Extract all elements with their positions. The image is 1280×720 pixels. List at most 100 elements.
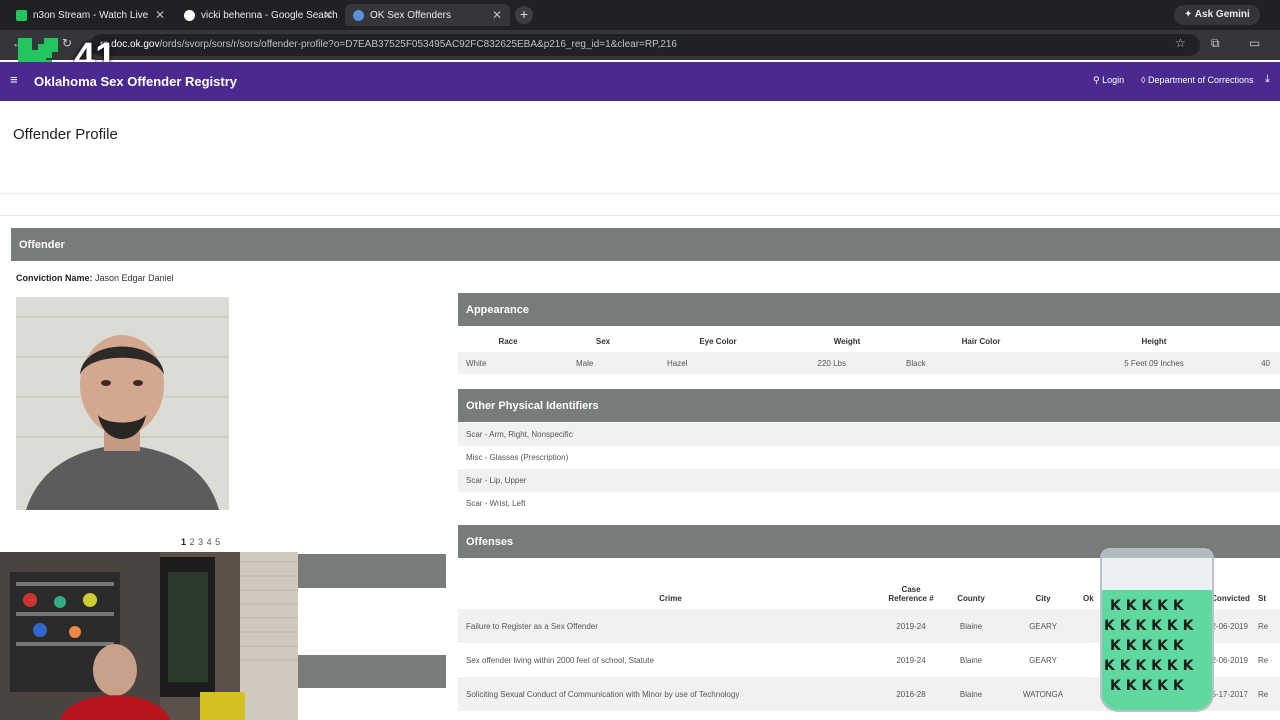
offender-photo [16, 297, 229, 510]
download-icon[interactable]: ⤓ [1265, 73, 1270, 86]
site-header: ≡ Oklahoma Sex Offender Registry ⚲ Login… [0, 62, 1280, 101]
close-tab-icon[interactable]: ✕ [155, 8, 165, 22]
table-header-row: Race Sex Eye Color Weight Hair Color Hei… [458, 330, 1280, 352]
conviction-label: Conviction Name: [16, 273, 93, 283]
tab-ok-sex-offenders[interactable]: OK Sex Offenders ✕ [345, 4, 510, 26]
tab-title: vicki behenna - Google Search [201, 9, 338, 21]
table-cell: 220 Lbs [788, 352, 906, 374]
column-header: City [1035, 594, 1051, 603]
table-cell: Re [1258, 655, 1269, 665]
table-cell: 2016-28 [883, 677, 939, 711]
page-link[interactable]: 3 [198, 537, 203, 547]
search-icon: ⚲ [1093, 75, 1100, 85]
google-favicon-icon [184, 9, 195, 21]
column-header: Hair Color [961, 336, 1001, 346]
list-item: Misc - Glasses (Prescription) [466, 453, 569, 462]
table-cell: WATONGA [1003, 677, 1083, 711]
list-item: Scar - Lip, Upper [458, 469, 1280, 492]
column-header: Height [1141, 336, 1167, 346]
column-header: St [1258, 594, 1266, 603]
table-cell: Blaine [939, 677, 1003, 711]
close-tab-icon[interactable]: ✕ [492, 8, 502, 22]
table-cell: Male [558, 352, 648, 374]
extensions-icon[interactable]: ⧉ [1211, 36, 1220, 51]
tab-title: OK Sex Offenders [370, 9, 451, 21]
section-title: Offender [19, 238, 65, 251]
column-header: Sex [595, 336, 611, 346]
divider [0, 215, 1280, 216]
login-label: Login [1102, 75, 1125, 85]
reload-icon[interactable]: ↻ [62, 36, 72, 50]
column-header: Eye Color [699, 336, 737, 346]
column-header: Weight [833, 336, 861, 346]
page-link[interactable]: 1 [181, 537, 186, 547]
list-item: Scar - Wrist, Left [466, 499, 526, 508]
svg-text:K K K K K: K K K K K [1110, 678, 1185, 694]
table-row: White Male Hazel 220 Lbs Black 5 Feet 09… [458, 352, 1280, 374]
divider [0, 193, 1280, 194]
svg-text:K K K K K: K K K K K [1110, 638, 1185, 654]
table-cell: Re [1258, 609, 1280, 643]
offender-section-header: Offender [11, 228, 1280, 261]
column-header: County [957, 594, 985, 603]
browser-tab-bar: n3on Stream - Watch Live on Ki ✕ vicki b… [0, 0, 1280, 30]
bookmark-star-icon[interactable]: ☆ [1175, 36, 1186, 50]
department-label: Department of Corrections [1147, 75, 1254, 85]
kick-jar-overlay: K K K K K K K K K K K K K K K K K K K K … [1100, 548, 1214, 712]
address-bar[interactable]: rs.doc.ok.gov/ords/svorp/sors/r/sors/off… [90, 34, 1200, 56]
tab-n3on-stream[interactable]: n3on Stream - Watch Live on Ki ✕ [8, 4, 173, 26]
table-cell: Sex offender living within 2000 feet of … [466, 655, 654, 665]
table-cell: Hazel [648, 352, 788, 374]
info-icon: ◊ [1141, 75, 1146, 85]
url-path: /ords/svorp/sors/r/sors/offender-profile… [159, 39, 677, 50]
table-cell: Black [906, 352, 1056, 374]
table-cell: 2019-24 [896, 655, 926, 665]
table-cell: Failure to Register as a Sex Offender [458, 609, 883, 643]
column-header: Race [498, 336, 518, 346]
table-cell: White [458, 352, 558, 374]
tab-title: n3on Stream - Watch Live on Ki [33, 9, 151, 21]
appearance-table: Race Sex Eye Color Weight Hair Color Hei… [458, 330, 1280, 374]
new-tab-button[interactable]: + [515, 6, 533, 24]
page-link[interactable]: 2 [190, 537, 195, 547]
list-item: Scar - Arm, Right, Nonspecific [458, 423, 1280, 446]
webcam-overlay [0, 552, 298, 720]
table-cell: GEARY [1003, 609, 1083, 643]
table-cell: 40 [1252, 352, 1280, 374]
close-tab-icon[interactable]: ✕ [323, 8, 333, 22]
menu-icon[interactable]: ≡ [10, 72, 18, 87]
page-title: Offender Profile [13, 126, 118, 143]
ask-gemini-label: Ask Gemini [1194, 9, 1250, 20]
tab-google-search[interactable]: vicki behenna - Google Search ✕ [176, 4, 341, 26]
table-cell: Soliciting Sexual Conduct of Communicati… [458, 677, 883, 711]
site-favicon-icon [353, 9, 364, 21]
login-link[interactable]: ⚲ Login [1093, 75, 1124, 86]
svg-text:K K K K K K: K K K K K K [1104, 658, 1195, 674]
table-cell: Blaine [939, 609, 1003, 643]
table-cell: GEARY [1029, 655, 1057, 665]
kick-favicon-icon [16, 9, 27, 21]
site-title[interactable]: Oklahoma Sex Offender Registry [34, 74, 237, 89]
browser-toolbar: ← ↻ rs.doc.ok.gov/ords/svorp/sors/r/sors… [0, 30, 1280, 60]
conviction-name: Conviction Name: Jason Edgar Daniel [16, 273, 174, 283]
table-cell: Re [1258, 677, 1280, 711]
identifiers-section-header: Other Physical Identifiers [458, 389, 1280, 422]
conviction-value: Jason Edgar Daniel [95, 273, 174, 283]
table-cell: 5 Feet 09 Inches [1056, 352, 1252, 374]
department-link[interactable]: ◊ Department of Corrections [1141, 75, 1254, 85]
svg-text:K K K K K: K K K K K [1110, 598, 1185, 614]
page-link[interactable]: 4 [207, 537, 212, 547]
identifiers-list: Scar - Arm, Right, Nonspecific Misc - Gl… [458, 423, 1280, 515]
page-link[interactable]: 5 [215, 537, 220, 547]
table-cell: 2019-24 [883, 609, 939, 643]
photo-pager: 1 2 3 4 5 [181, 537, 221, 547]
section-title: Appearance [466, 303, 529, 316]
ask-gemini-button[interactable]: ✦ Ask Gemini [1174, 5, 1260, 25]
cast-icon[interactable]: ▭ [1249, 36, 1260, 50]
section-title: Offenses [466, 535, 514, 548]
table-cell: Blaine [959, 655, 983, 665]
appearance-section-header: Appearance [458, 293, 1280, 326]
svg-text:K K K K K K: K K K K K K [1104, 618, 1195, 634]
section-title: Other Physical Identifiers [466, 399, 599, 412]
column-header: Crime [659, 594, 682, 603]
